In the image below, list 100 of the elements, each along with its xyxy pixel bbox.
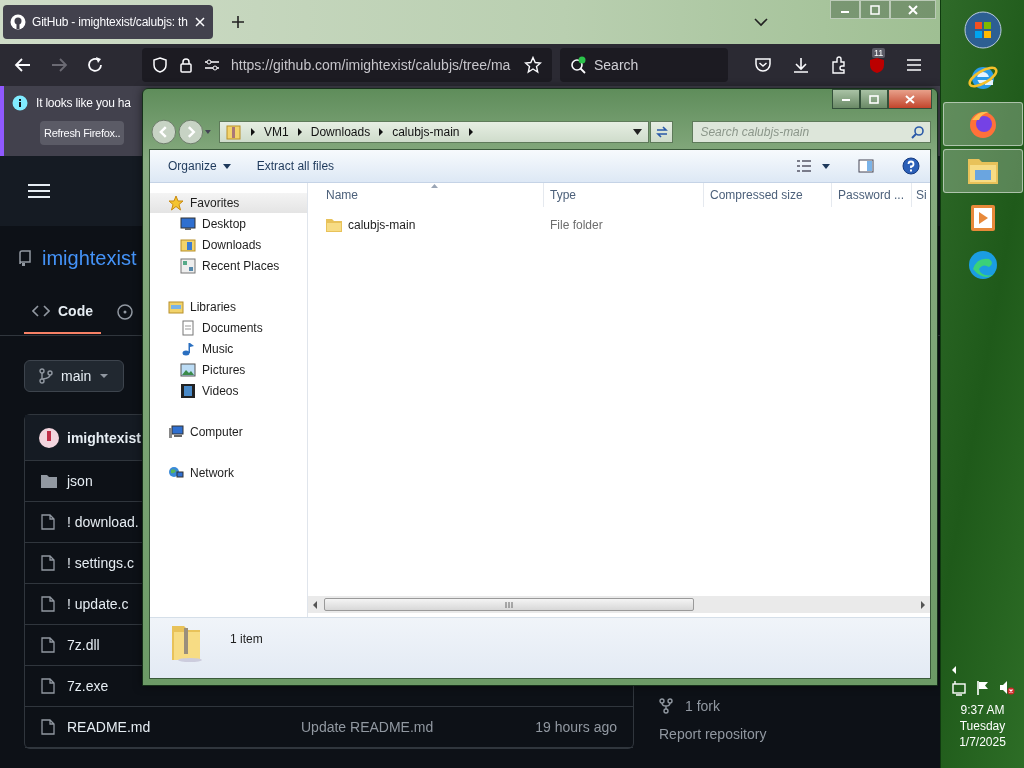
menu-icon[interactable] — [28, 183, 50, 199]
muted-speaker-icon[interactable] — [998, 680, 1015, 696]
commit-message-link[interactable]: Update README.md — [301, 719, 536, 735]
file-icon — [41, 637, 55, 653]
file-icon — [41, 555, 55, 571]
folder-icon — [41, 474, 57, 488]
url-text: https://github.com/imightexist/calubjs/tree/ma — [231, 57, 512, 73]
notification-text: It looks like you ha — [36, 96, 131, 110]
file-name-link[interactable]: 7z.dll — [67, 637, 100, 653]
file-name-link[interactable]: json — [67, 473, 93, 489]
report-link[interactable]: Report repository — [659, 726, 767, 742]
clock[interactable]: 9:37 AM Tuesday 1/7/2025 — [959, 702, 1006, 750]
help-icon[interactable] — [902, 157, 920, 175]
fork-count[interactable]: 1 fork — [685, 698, 720, 714]
folder-icon — [168, 299, 184, 315]
repo-icon — [18, 250, 32, 266]
caret-icon[interactable] — [822, 163, 830, 169]
chevron-right-icon[interactable] — [296, 128, 303, 136]
commit-author[interactable]: imightexist — [67, 429, 141, 446]
nav-item[interactable]: Videos — [150, 380, 307, 401]
address-bar[interactable]: https://github.com/imightexist/calubjs/tree/ma — [142, 48, 552, 82]
file-name[interactable]: calubjs-main — [348, 218, 416, 232]
back-icon[interactable] — [14, 56, 32, 74]
flag-icon[interactable] — [974, 680, 991, 696]
extension-badge: 11 — [872, 48, 886, 58]
reload-icon[interactable] — [86, 56, 104, 74]
pocket-icon[interactable] — [754, 56, 772, 74]
network-icon[interactable] — [950, 680, 967, 696]
puzzle-icon[interactable] — [830, 56, 848, 74]
refresh-button[interactable]: Refresh Firefox.. — [40, 121, 125, 145]
command-button[interactable]: Extract all files — [248, 155, 343, 177]
nav-group-item[interactable]: Libraries — [150, 297, 307, 317]
shield-icon[interactable] — [152, 57, 168, 73]
caret-icon[interactable] — [632, 129, 642, 135]
breadcrumb-item[interactable]: calubjs-main — [392, 125, 460, 139]
file-icon — [41, 514, 55, 530]
file-icon — [41, 596, 55, 612]
nav-group-item[interactable]: Network — [150, 463, 307, 483]
wave-globe-icon — [966, 249, 999, 281]
nav-item[interactable]: Downloads — [150, 234, 307, 255]
nav-group-item[interactable]: Favorites — [150, 193, 307, 213]
nav-item[interactable]: Desktop — [150, 213, 307, 234]
clock-date: 1/7/2025 — [959, 734, 1006, 750]
star-icon[interactable] — [524, 56, 542, 74]
chevron-right-icon[interactable] — [378, 128, 385, 136]
scroll-thumb[interactable] — [324, 598, 694, 611]
document-icon — [180, 319, 196, 336]
browser-tab[interactable]: GitHub - imightexist/calubjs: th — [3, 5, 213, 39]
star-icon — [168, 195, 184, 211]
branch-button[interactable]: main — [24, 360, 125, 392]
view-list-icon[interactable] — [796, 160, 812, 172]
nav-item[interactable]: Documents — [150, 317, 307, 338]
folder-icon — [965, 156, 1000, 186]
folder-icon — [180, 236, 196, 253]
file-icon — [41, 719, 55, 735]
column-header[interactable]: Compressed size — [704, 183, 832, 207]
file-icon — [41, 678, 55, 694]
nav-item[interactable]: Recent Places — [150, 255, 307, 276]
column-header[interactable]: Type — [544, 183, 704, 207]
chevron-right-icon[interactable] — [250, 128, 257, 136]
close-icon[interactable] — [193, 16, 206, 28]
refresh-button[interactable] — [649, 121, 674, 143]
maximize-button[interactable] — [860, 89, 888, 109]
file-name-link[interactable]: ! settings.c — [67, 555, 134, 571]
circle-dot-icon[interactable] — [117, 304, 133, 320]
avatar-icon — [39, 427, 59, 448]
nav-item[interactable]: Music — [150, 338, 307, 359]
nav-item[interactable]: Pictures — [150, 359, 307, 380]
scroll-left-icon[interactable] — [312, 600, 318, 609]
clock-time: 9:37 AM — [960, 702, 1005, 718]
picture-icon — [180, 361, 196, 378]
file-name-link[interactable]: ! download. — [67, 514, 139, 530]
column-header[interactable]: Password ... — [832, 183, 912, 207]
new-tab-icon[interactable] — [230, 15, 245, 29]
chevron-right-icon[interactable] — [467, 128, 474, 136]
download-icon[interactable] — [792, 56, 810, 74]
minimize-button[interactable] — [832, 89, 860, 109]
file-name-link[interactable]: 7z.exe — [67, 678, 109, 694]
breadcrumb-item[interactable]: VM1 — [264, 125, 289, 139]
search-field[interactable]: Search — [560, 48, 728, 82]
item-count: 1 item — [230, 632, 263, 646]
nav-group-item[interactable]: Computer — [150, 422, 307, 442]
sliders-icon[interactable] — [204, 58, 220, 72]
maximize-icon — [869, 94, 879, 104]
repo-owner-link[interactable]: imightexist — [42, 246, 137, 270]
command-button[interactable]: Organize — [160, 155, 239, 177]
computer-icon — [168, 424, 184, 440]
preview-pane-icon[interactable] — [858, 159, 874, 173]
chevron-down-icon[interactable] — [754, 17, 768, 27]
scroll-right-icon[interactable] — [920, 600, 926, 609]
code-tab[interactable]: Code — [24, 290, 101, 334]
address-bar[interactable]: VM1 Downloads calubjs-main — [219, 121, 649, 143]
show-hidden-icons-button[interactable] — [951, 666, 957, 674]
file-name-link[interactable]: ! update.c — [67, 596, 129, 612]
breadcrumb-item[interactable]: Downloads — [310, 125, 371, 139]
close-button[interactable] — [888, 89, 932, 109]
lock-icon[interactable] — [179, 57, 193, 73]
forward-icon[interactable] — [177, 119, 204, 145]
caret-icon — [99, 373, 110, 379]
file-name-link[interactable]: README.md — [67, 719, 151, 735]
